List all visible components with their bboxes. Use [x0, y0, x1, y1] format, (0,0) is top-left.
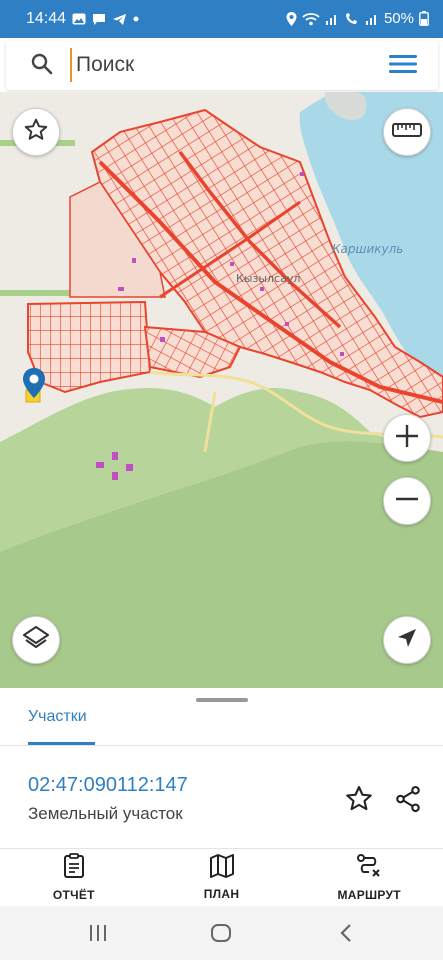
bottom-sheet: Участки 02:47:090112:147 Земельный участ…: [0, 688, 443, 906]
home-icon[interactable]: [210, 922, 232, 949]
dot-icon: [133, 16, 139, 22]
field-strip-2: [0, 290, 80, 296]
wifi-icon: [302, 12, 320, 26]
back-icon[interactable]: [336, 922, 358, 949]
share-icon: [396, 785, 420, 813]
telegram-icon: [112, 13, 127, 26]
gallery-icon: [72, 13, 86, 25]
plan-label: ПЛАН: [203, 886, 240, 901]
volte-icon: [344, 12, 360, 26]
favorites-button[interactable]: [12, 108, 60, 156]
status-bar: 14:44 50%: [0, 0, 443, 38]
signal-icon-2: [365, 12, 379, 25]
route-button[interactable]: МАРШРУТ: [295, 849, 443, 905]
clipboard-icon: [62, 852, 86, 884]
parcel-type: Земельный участок: [28, 804, 183, 823]
route-off-icon: [356, 853, 382, 884]
my-location-button[interactable]: [383, 616, 431, 664]
layers-button[interactable]: [12, 616, 60, 664]
status-time: 14:44: [26, 10, 67, 27]
ruler-button[interactable]: [383, 108, 431, 156]
status-left: 14:44: [26, 10, 139, 28]
status-right: 50%: [286, 10, 429, 27]
battery-percent: 50%: [383, 10, 414, 27]
report-button[interactable]: ОТЧЁТ: [0, 849, 148, 905]
parcel-cadastral-number[interactable]: 02:47:090112:147: [28, 774, 188, 797]
add-favorite-button[interactable]: [344, 784, 374, 819]
share-button[interactable]: [393, 784, 423, 819]
map-canvas[interactable]: [0, 92, 443, 688]
village-label: Кызылсаул: [236, 272, 301, 285]
ruler-icon: [392, 122, 422, 143]
minus-icon: [394, 486, 420, 517]
star-outline-icon: [346, 786, 372, 811]
tab-parcels[interactable]: Участки: [28, 708, 87, 746]
chat-icon: [92, 13, 106, 26]
system-navigation-bar: [0, 906, 443, 960]
divider: [0, 745, 443, 746]
zoom-in-button[interactable]: [383, 414, 431, 462]
report-label: ОТЧЁТ: [52, 887, 95, 902]
drag-handle[interactable]: [196, 698, 248, 702]
location-marker[interactable]: [22, 368, 46, 403]
recent-apps-icon[interactable]: [87, 922, 109, 949]
navigation-arrow-icon: [396, 627, 418, 654]
layers-icon: [22, 624, 50, 657]
menu-icon[interactable]: [388, 52, 418, 81]
location-icon: [286, 11, 297, 26]
plus-icon: [394, 423, 420, 454]
action-bar: ОТЧЁТ ПЛАН МАРШРУТ: [0, 849, 443, 905]
lake-label: Каршикуль: [332, 242, 404, 256]
map-view[interactable]: Каршикуль Кызылсаул: [0, 92, 443, 688]
zoom-out-button[interactable]: [383, 477, 431, 525]
signal-icon: [325, 12, 339, 25]
search-input[interactable]: [70, 48, 370, 82]
plan-button[interactable]: ПЛАН: [148, 849, 296, 905]
search-icon[interactable]: [30, 52, 54, 81]
search-bar: [6, 40, 438, 90]
battery-icon: [419, 11, 429, 26]
route-label: МАРШРУТ: [337, 887, 401, 902]
star-icon: [23, 117, 49, 148]
map-icon: [209, 853, 235, 883]
